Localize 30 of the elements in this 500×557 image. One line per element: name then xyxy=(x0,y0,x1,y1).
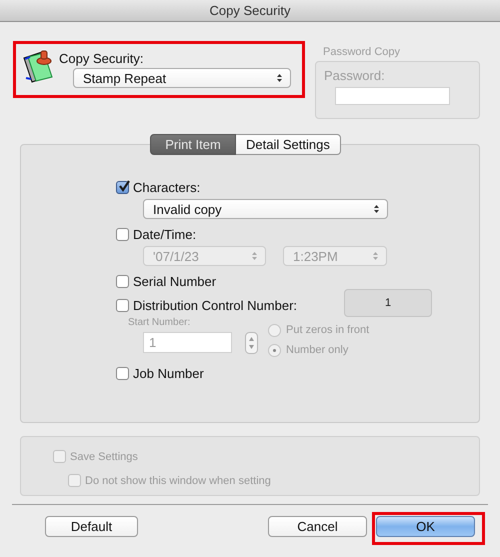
popup-menu[interactable]: Invalid copy xyxy=(143,199,388,219)
tab[interactable]: Detail Settings xyxy=(236,134,341,155)
group-title: Password Copy xyxy=(323,46,402,59)
radio-label: Number only xyxy=(286,344,348,356)
number-display: 1 xyxy=(344,289,432,317)
popup-menu[interactable]: Stamp Repeat xyxy=(73,68,291,88)
dialog-button[interactable]: OK xyxy=(376,516,475,537)
checkbox-label: Date/Time: xyxy=(133,226,196,242)
dialog-button[interactable]: Default xyxy=(45,516,138,537)
dialog-button[interactable]: Cancel xyxy=(268,516,367,537)
checkbox[interactable] xyxy=(116,274,129,288)
checkbox-label: Distribution Control Number: xyxy=(133,298,298,312)
up-down-arrows-icon xyxy=(276,73,283,83)
checkbox[interactable] xyxy=(116,366,129,380)
up-down-arrows-icon xyxy=(251,251,258,261)
checkbox-label: Do not show this window when setting xyxy=(85,474,271,486)
field-label: Password: xyxy=(324,68,386,83)
checkbox-label: Job Number xyxy=(133,366,204,380)
checkbox-label: Characters: xyxy=(133,180,200,194)
checkbox[interactable] xyxy=(116,180,129,194)
window-title: Copy Security xyxy=(210,3,290,18)
up-down-arrows-icon xyxy=(373,204,380,214)
field-label: Copy Security: xyxy=(59,51,145,66)
checkbox-label: Serial Number xyxy=(133,274,216,288)
checkbox-label: Save Settings xyxy=(70,450,138,462)
tab[interactable]: Print Item xyxy=(150,134,236,155)
up-down-arrows-icon xyxy=(372,251,379,261)
field-label: Start Number: xyxy=(128,317,192,329)
radio-label: Put zeros in front xyxy=(286,324,370,336)
stepper[interactable] xyxy=(245,332,258,354)
